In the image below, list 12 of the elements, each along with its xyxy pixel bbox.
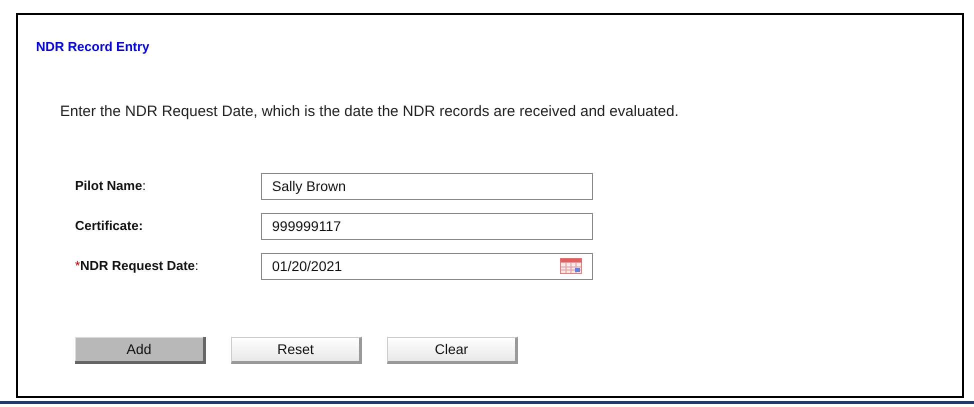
- input-field[interactable]: Sally Brown: [261, 172, 593, 200]
- form-title: NDR Record Entry: [36, 38, 150, 56]
- field-label: Pilot Name:: [75, 177, 147, 196]
- field-label: *NDR Request Date:: [75, 257, 200, 276]
- add-button[interactable]: Add: [75, 337, 206, 364]
- instruction-text: Enter the NDR Request Date, which is the date the NDR records are received and evaluated.: [60, 102, 679, 122]
- input-field[interactable]: 999999117: [261, 212, 593, 240]
- form-button[interactable]: Clear: [387, 337, 518, 364]
- form-button[interactable]: Reset: [231, 337, 362, 364]
- calendar-icon[interactable]: [560, 258, 582, 274]
- date-field[interactable]: 01/20/2021: [261, 252, 593, 280]
- field-label: Certificate:: [75, 217, 144, 236]
